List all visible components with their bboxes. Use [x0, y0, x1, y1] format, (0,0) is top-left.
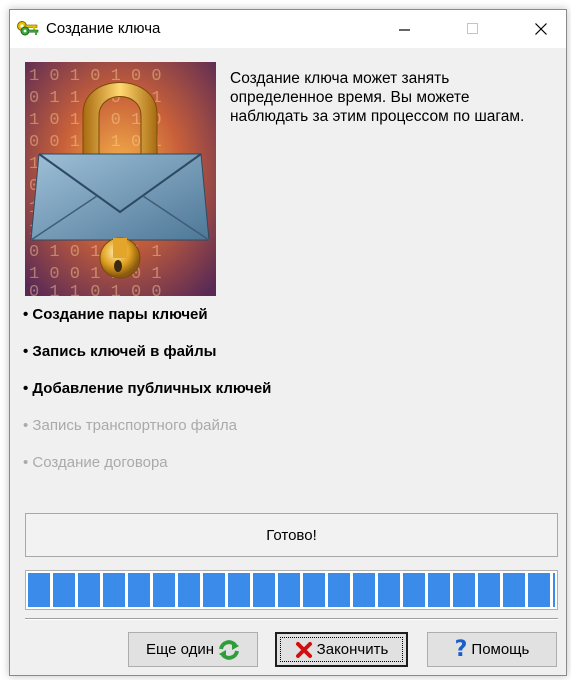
svg-text:1 0 0 1 1 0 1: 1 0 0 1 1 0 1	[29, 265, 162, 284]
padlock-envelope-illustration: 1 0 1 0 1 0 0 0 1 1 0 0 0 1 1 0 1 1 0 1 …	[25, 62, 216, 296]
refresh-icon	[219, 639, 240, 660]
step-item: • Запись транспортного файла	[23, 417, 237, 434]
finish-button[interactable]: Закончить	[275, 632, 408, 667]
step-item: • Добавление публичных ключей	[23, 380, 272, 397]
maximize-icon	[467, 23, 478, 34]
close-button[interactable]	[518, 10, 564, 48]
question-mark-icon: ?	[454, 636, 468, 662]
step-item: • Создание договора	[23, 454, 168, 471]
progress-bar	[25, 570, 558, 610]
window-title: Создание ключа	[46, 20, 161, 37]
close-icon	[535, 23, 547, 35]
help-label: Помощь	[471, 641, 530, 658]
intro-text: Создание ключа может занять определенное…	[230, 70, 525, 125]
minimize-button[interactable]	[382, 10, 428, 48]
minimize-icon	[399, 29, 410, 31]
divider	[25, 618, 558, 620]
another-key-label: Еще один	[145, 641, 215, 658]
focus-ring	[280, 637, 403, 662]
another-key-button[interactable]: Еще один	[128, 632, 258, 667]
step-item: • Создание пары ключей	[23, 306, 208, 323]
svg-text:1 0 1 0 1 0 0: 1 0 1 0 1 0 0	[29, 67, 162, 86]
title-bar[interactable]: Создание ключа	[10, 10, 566, 48]
status-text: Готово!	[266, 526, 317, 544]
maximize-button	[450, 10, 496, 48]
progress-fill	[28, 573, 555, 607]
help-button[interactable]: ? Помощь	[427, 632, 557, 667]
keys-icon	[16, 20, 40, 38]
steps-list: • Создание пары ключей • Запись ключей в…	[23, 306, 543, 491]
key-creation-dialog: Создание ключа 1 0 1 0 1 0 0 0 1 1 0 1 1…	[9, 9, 567, 676]
svg-text:0 1 1 0 1 0 0: 0 1 1 0 1 0 0	[29, 283, 162, 296]
svg-text:0 1 0 1 0 1 1: 0 1 0 1 0 1 1	[29, 243, 162, 262]
step-item: • Запись ключей в файлы	[23, 343, 217, 360]
status-panel: Готово!	[25, 513, 558, 557]
